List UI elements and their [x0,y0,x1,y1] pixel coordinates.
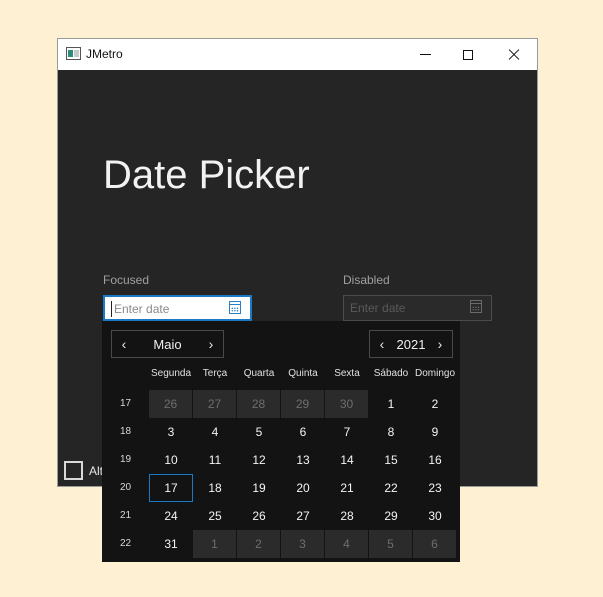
calendar-day[interactable]: 8 [369,418,413,446]
window-title: JMetro [86,47,123,61]
calendar-day[interactable]: 20 [281,474,325,502]
calendar-day[interactable]: 27 [193,390,237,418]
calendar-day[interactable]: 26 [237,502,281,530]
calendar-day[interactable]: 6 [413,530,457,558]
calendar-day[interactable]: 21 [325,474,369,502]
calendar-day[interactable]: 24 [149,502,193,530]
calendar-day[interactable]: 1 [193,530,237,558]
chevron-left-icon: ‹ [121,336,127,352]
calendar-day[interactable]: 30 [325,390,369,418]
year-selector: ‹ 2021 › [369,330,453,358]
calendar-day[interactable]: 3 [149,418,193,446]
calendar-day[interactable]: 16 [413,446,457,474]
calendar-day[interactable]: 19 [237,474,281,502]
month-selector: ‹ Maio › [111,330,224,358]
calendar-day[interactable]: 15 [369,446,413,474]
next-month-button[interactable]: › [199,331,223,357]
calendar-day[interactable]: 31 [149,530,193,558]
week-number: 19 [119,454,132,465]
calendar-day[interactable]: 11 [193,446,237,474]
calendar-icon[interactable] [229,301,241,314]
week-number: 21 [119,510,132,521]
calendar-day[interactable]: 3 [281,530,325,558]
calendar-day[interactable]: 25 [193,502,237,530]
weekday-header: Segunda Terça Quarta Quinta Sexta Sábado… [149,368,457,382]
next-year-button[interactable]: › [428,331,452,357]
calendar-day[interactable]: 9 [413,418,457,446]
weekday-name: Sábado [373,368,409,379]
calendar-day[interactable]: 28 [325,502,369,530]
calendar-day[interactable]: 2 [237,530,281,558]
page-title: Date Picker [103,153,310,197]
calendar-day[interactable]: 27 [281,502,325,530]
app-icon [66,47,81,60]
calendar-day[interactable]: 2 [413,390,457,418]
calendar-day[interactable]: 28 [237,390,281,418]
weekday-name: Quarta [243,368,275,379]
calendar-day[interactable]: 7 [325,418,369,446]
calendar-day[interactable]: 14 [325,446,369,474]
calendar-day[interactable]: 4 [193,418,237,446]
calendar-day[interactable]: 5 [369,530,413,558]
week-number: 18 [119,426,132,437]
prev-year-button[interactable]: ‹ [370,331,394,357]
weekday-name: Sexta [334,368,360,379]
chevron-right-icon: › [208,336,214,352]
calendar-day[interactable]: 22 [369,474,413,502]
maximize-button[interactable] [445,39,491,70]
title-bar[interactable]: JMetro [58,39,537,70]
week-number: 20 [119,482,132,493]
focused-date-picker[interactable] [103,295,252,321]
calendar-day[interactable]: 1 [369,390,413,418]
weekday-name: Quinta [288,368,318,379]
chevron-right-icon: › [437,336,443,352]
calendar-popup: ‹ Maio › ‹ 2021 › Segunda Terça Quarta Q… [102,321,460,562]
week-number-column: 17 18 19 20 21 22 [102,390,149,558]
week-number: 22 [119,538,132,549]
month-value: Maio [153,337,182,352]
weekday-name: Terça [202,368,228,379]
close-button[interactable] [491,39,537,70]
disabled-date-picker [343,295,492,321]
calendar-day[interactable]: 29 [369,502,413,530]
calendar-day[interactable]: 10 [149,446,193,474]
weekday-name: Segunda [150,368,192,379]
weekday-name: Domingo [414,368,456,379]
disabled-date-input [350,300,462,316]
calendar-icon [470,300,482,313]
focused-label: Focused [103,273,150,287]
disabled-label: Disabled [343,273,390,287]
week-number: 17 [119,398,132,409]
maximize-icon [463,49,473,60]
prev-month-button[interactable]: ‹ [112,331,136,357]
calendar-day[interactable]: 18 [193,474,237,502]
calendar-day[interactable]: 6 [281,418,325,446]
calendar-day[interactable]: 13 [281,446,325,474]
calendar-day[interactable]: 5 [237,418,281,446]
alt-checkbox-label: Alt [89,464,104,478]
year-value: 2021 [396,337,426,352]
calendar-day[interactable]: 30 [413,502,457,530]
calendar-day[interactable]: 26 [149,390,193,418]
focused-date-input[interactable] [111,301,223,317]
alt-checkbox[interactable] [64,461,83,480]
close-icon [508,49,520,61]
calendar-day[interactable]: 4 [325,530,369,558]
calendar-day[interactable]: 12 [237,446,281,474]
minimize-button[interactable] [402,39,448,70]
minimize-icon [419,54,431,55]
day-grid: 26 27 28 29 30 1 2 3 4 5 6 7 8 9 10 11 1… [149,390,457,558]
calendar-day-selected[interactable]: 17 [149,474,193,502]
calendar-day[interactable]: 29 [281,390,325,418]
chevron-left-icon: ‹ [379,336,385,352]
calendar-day[interactable]: 23 [413,474,457,502]
